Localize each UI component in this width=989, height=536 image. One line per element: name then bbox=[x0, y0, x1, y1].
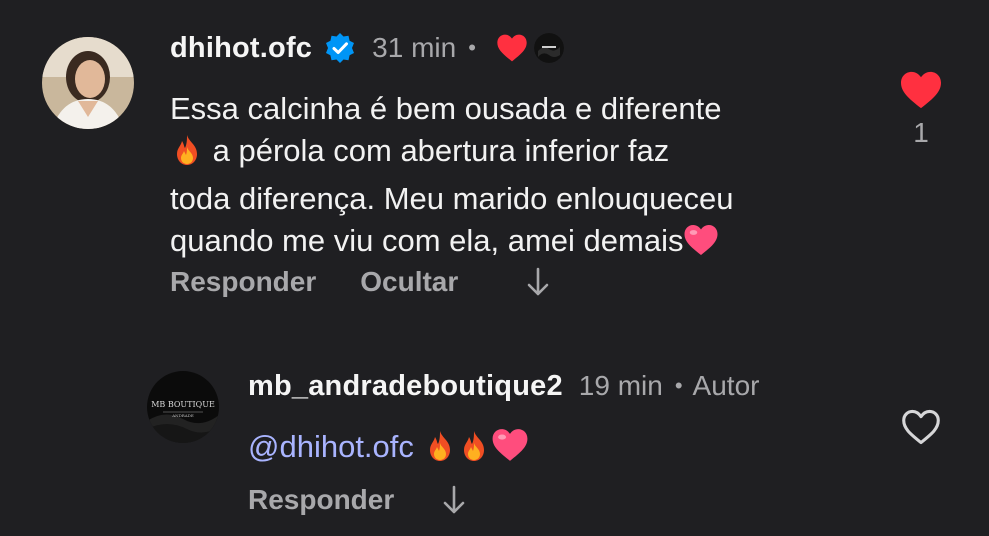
avatar-text-bottom: ANDRADE bbox=[171, 413, 194, 418]
comment-header: dhihot.ofc 31 min • bbox=[170, 26, 564, 70]
reply-line: @dhihot.ofc bbox=[248, 426, 848, 474]
username[interactable]: dhihot.ofc bbox=[170, 32, 312, 65]
arrow-down-icon[interactable] bbox=[442, 485, 466, 515]
separator-dot: • bbox=[468, 35, 476, 60]
comment-line: a pérola com abertura inferior faz bbox=[212, 133, 670, 168]
comment-line: toda diferença. Meu marido enlouqueceu bbox=[170, 181, 734, 216]
timestamp: 31 min bbox=[372, 32, 457, 63]
fire-emoji bbox=[170, 133, 204, 178]
reply-header: mb_andradeboutique2 19 min • Autor bbox=[248, 364, 759, 408]
verified-badge-icon bbox=[324, 32, 356, 64]
avatar[interactable]: MB BOUTIQUE ANDRADE bbox=[147, 371, 219, 443]
heart-filled-icon[interactable] bbox=[899, 70, 943, 110]
comment-line-4: quando me viu com ela, amei demais bbox=[170, 220, 870, 268]
creator-avatar bbox=[533, 33, 564, 63]
heart-emoji bbox=[491, 427, 529, 474]
comment-line: quando me viu com ela, amei demais bbox=[170, 223, 684, 258]
like-button[interactable] bbox=[900, 408, 942, 448]
heart-outline-icon[interactable] bbox=[900, 408, 942, 446]
mention-link[interactable]: @dhihot.ofc bbox=[248, 429, 414, 464]
avatar[interactable] bbox=[42, 37, 134, 129]
comment-line-2: a pérola com abertura inferior faz bbox=[170, 130, 870, 178]
reply-button[interactable]: Responder bbox=[170, 266, 316, 298]
comment-item: dhihot.ofc 31 min • Essa calcinha é bem … bbox=[0, 0, 989, 330]
timestamp: 19 min bbox=[578, 370, 663, 401]
like-count: 1 bbox=[913, 117, 929, 148]
reply-text: @dhihot.ofc bbox=[248, 426, 848, 474]
reply-actions: Responder bbox=[248, 480, 466, 520]
like-button[interactable]: 1 bbox=[898, 70, 944, 160]
comment-text: Essa calcinha é bem ousada e diferente a… bbox=[170, 88, 870, 268]
separator-dot: • bbox=[674, 373, 683, 398]
fire-emoji bbox=[457, 429, 491, 474]
avatar-text-top: MB BOUTIQUE bbox=[151, 400, 215, 409]
comment-actions: Responder Ocultar bbox=[170, 262, 550, 302]
heart-emoji bbox=[683, 223, 719, 268]
author-label: Autor bbox=[692, 370, 760, 401]
fire-emoji bbox=[423, 429, 457, 474]
creator-liked-heart-icon bbox=[496, 33, 528, 63]
reply-button[interactable]: Responder bbox=[248, 484, 394, 516]
arrow-down-icon[interactable] bbox=[526, 267, 550, 297]
comment-line: Essa calcinha é bem ousada e diferente bbox=[170, 91, 722, 126]
username[interactable]: mb_andradeboutique2 bbox=[248, 370, 563, 403]
hide-button[interactable]: Ocultar bbox=[360, 266, 458, 298]
